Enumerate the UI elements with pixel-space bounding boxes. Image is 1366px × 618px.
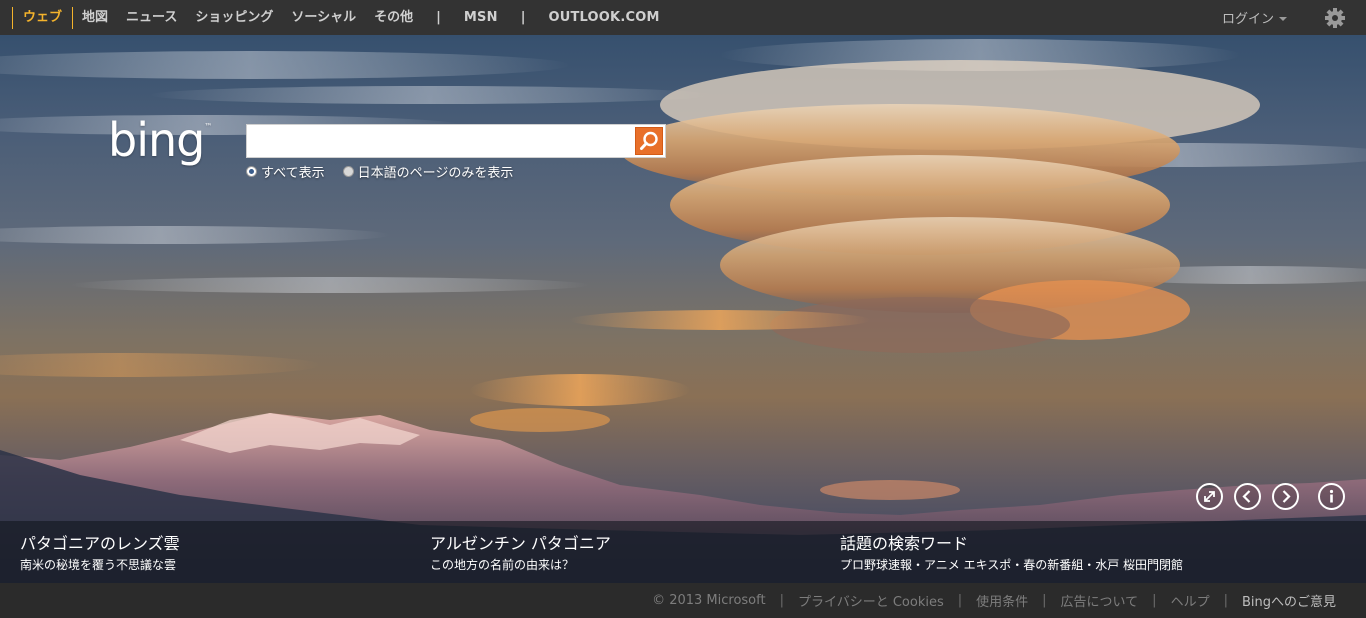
nav-item-more[interactable]: その他 <box>365 0 422 35</box>
search-icon <box>640 131 658 150</box>
option-japanese-only-label: 日本語のページのみを表示 <box>357 166 514 181</box>
nav-item-msn[interactable]: MSN <box>455 0 507 35</box>
nav-separator: | <box>520 10 526 25</box>
next-image-button[interactable] <box>1272 483 1299 510</box>
previous-icon <box>1242 490 1251 503</box>
option-all-label: すべて表示 <box>261 166 325 181</box>
footer-link-help[interactable]: ヘルプ <box>1171 591 1210 610</box>
footer-separator: | <box>1223 593 1228 608</box>
hotspot-title[interactable]: アルゼンチン パタゴニア <box>430 530 611 554</box>
nav-item-web[interactable]: ウェブ <box>12 6 74 29</box>
next-icon <box>1282 490 1291 503</box>
hotspot-strip: パタゴニアのレンズ雲 南米の秘境を覆う不思議な雲 アルゼンチン パタゴニア この… <box>0 521 1366 583</box>
footer-link-feedback[interactable]: Bingへのご意見 <box>1242 591 1336 610</box>
footer-link-advertise[interactable]: 広告について <box>1061 591 1139 610</box>
search-box <box>246 124 666 158</box>
radio-selected[interactable] <box>246 166 257 177</box>
footer-separator: | <box>957 593 963 608</box>
footer-separator: | <box>1042 593 1047 608</box>
footer: © 2013 Microsoft | プライバシーと Cookies | 使用条… <box>0 583 1366 618</box>
top-navigation-bar: ウェブ 地図 ニュース ショッピング ソーシャル その他 | MSN | OUT… <box>0 0 1366 35</box>
nav-menu: ウェブ 地図 ニュース ショッピング ソーシャル その他 | MSN | OUT… <box>0 0 669 35</box>
gear-icon[interactable] <box>1324 7 1346 29</box>
search-scope-options: すべて表示 日本語のページのみを表示 <box>246 162 513 181</box>
logo-text: bing <box>108 113 205 167</box>
logo-trademark: ™ <box>204 122 212 131</box>
nav-item-maps[interactable]: 地図 <box>73 0 117 35</box>
radio-unselected[interactable] <box>342 166 354 177</box>
hotspot-subtitle[interactable]: プロ野球速報・アニメ エキスポ・春の新番組・水戸 桜田門閉館 <box>840 556 1183 573</box>
copyright: © 2013 Microsoft <box>652 593 766 608</box>
hotspot-subtitle[interactable]: この地方の名前の由来は？ <box>430 556 574 573</box>
nav-item-news[interactable]: ニュース <box>117 0 186 35</box>
footer-separator: | <box>1152 593 1157 608</box>
hotspot-title[interactable]: 話題の検索ワード <box>840 530 968 554</box>
nav-item-shopping[interactable]: ショッピング <box>186 0 282 35</box>
nav-separator: | <box>436 10 441 25</box>
nav-item-outlook[interactable]: OUTLOOK.COM <box>539 0 668 35</box>
option-all[interactable]: すべて表示 <box>246 162 325 181</box>
hotspot-subtitle[interactable]: 南米の秘境を覆う不思議な雲 <box>20 556 176 573</box>
search-button[interactable] <box>635 127 663 155</box>
previous-image-button[interactable] <box>1234 483 1261 510</box>
chevron-down-icon <box>1279 16 1288 21</box>
footer-link-privacy[interactable]: プライバシーと Cookies <box>798 591 944 610</box>
option-japanese-only[interactable]: 日本語のページのみを表示 <box>342 162 514 181</box>
hotspot-title[interactable]: パタゴニアのレンズ雲 <box>20 530 180 554</box>
nav-item-social[interactable]: ソーシャル <box>282 0 365 35</box>
search-input[interactable] <box>247 125 632 157</box>
bing-logo: bing™ <box>108 117 212 163</box>
fullscreen-button[interactable] <box>1196 483 1223 510</box>
footer-separator: | <box>779 593 784 608</box>
info-icon <box>1329 489 1334 503</box>
image-info-button[interactable] <box>1318 483 1345 510</box>
footer-link-terms[interactable]: 使用条件 <box>976 591 1028 610</box>
fullscreen-icon <box>1204 491 1215 502</box>
login-menu[interactable]: ログイン <box>1222 0 1288 35</box>
login-label: ログイン <box>1222 12 1275 27</box>
